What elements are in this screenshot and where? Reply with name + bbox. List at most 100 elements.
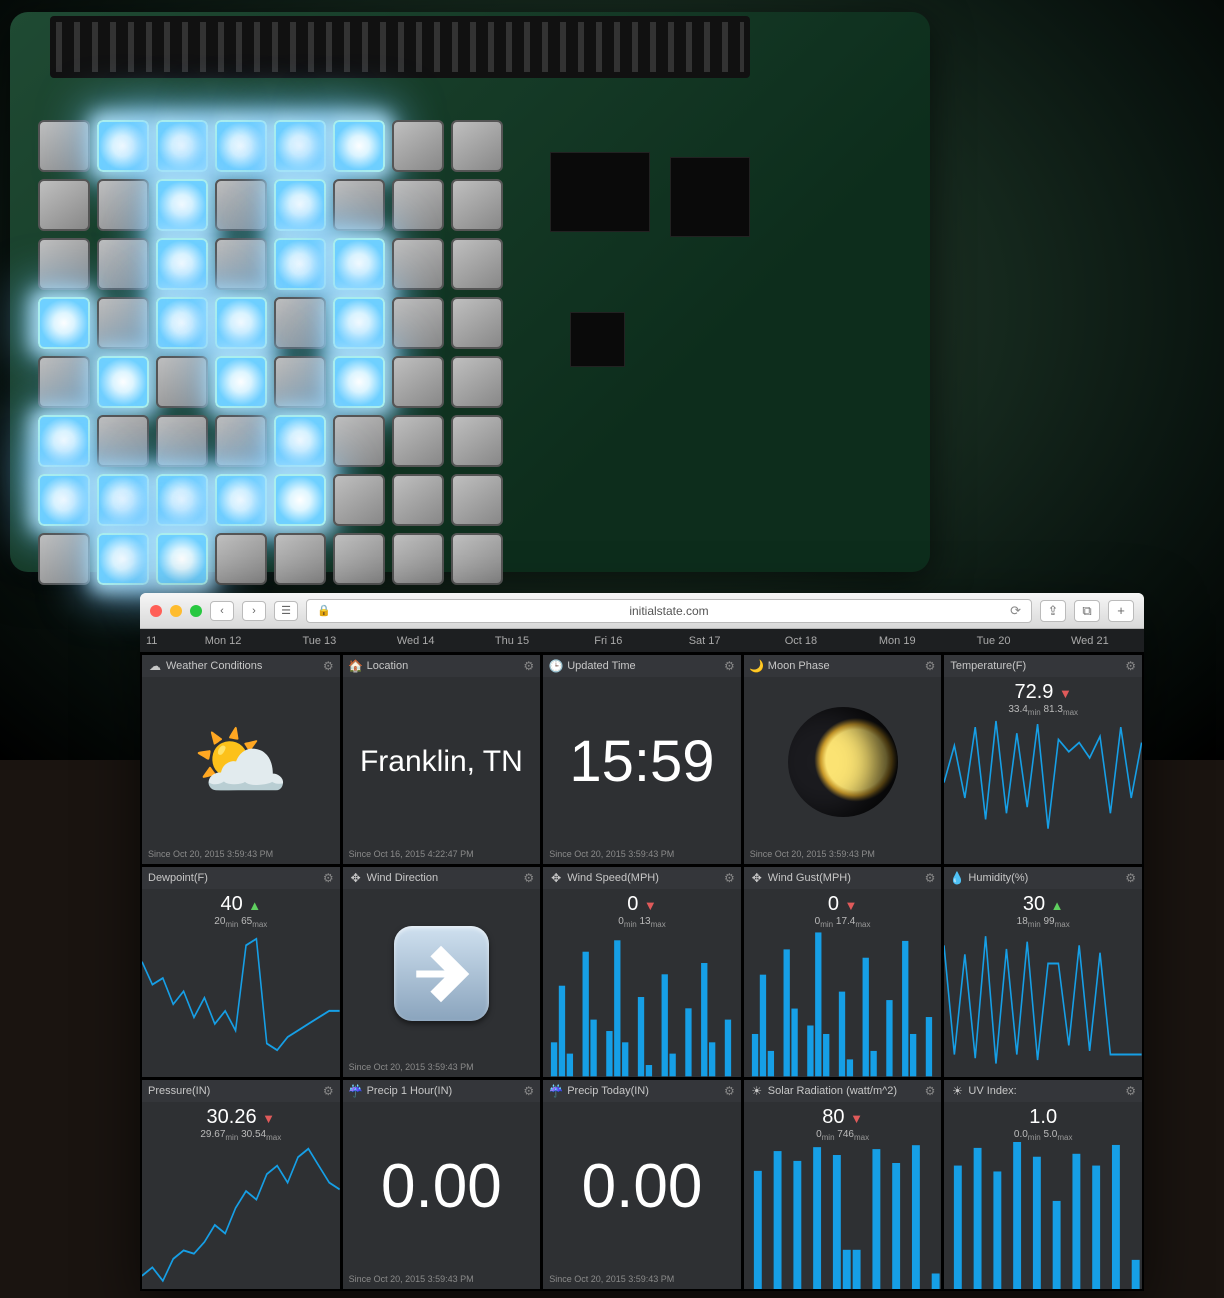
browser-toolbar: ‹ › ☰ 🔒 initialstate.com ⟳ ⇪ ⧉ + xyxy=(140,593,1144,629)
tile-footer: Since Oct 20, 2015 3:59:43 PM xyxy=(343,1059,541,1077)
tile-moon-phase[interactable]: 🌙 Moon Phase ⚙ Since Oct 20, 2015 3:59:4… xyxy=(744,655,942,864)
gear-icon[interactable]: ⚙ xyxy=(523,871,534,885)
tile-title: Humidity(%) xyxy=(968,872,1028,884)
led-cell xyxy=(97,238,149,290)
tile-title: Weather Conditions xyxy=(166,660,262,672)
gear-icon[interactable]: ⚙ xyxy=(323,871,334,885)
gear-icon[interactable]: ⚙ xyxy=(925,659,936,673)
location-value: Franklin, TN xyxy=(360,745,523,779)
led-cell xyxy=(38,533,90,585)
gear-icon[interactable]: ⚙ xyxy=(925,871,936,885)
sparkline-chart xyxy=(142,929,340,1076)
ic-chip xyxy=(550,152,650,232)
stat-value: 0 xyxy=(828,893,839,915)
minimize-button[interactable] xyxy=(170,605,182,617)
led-cell xyxy=(392,297,444,349)
gear-icon[interactable]: ⚙ xyxy=(1125,871,1136,885)
forward-button[interactable]: › xyxy=(242,601,266,621)
led-cell xyxy=(392,474,444,526)
led-cell xyxy=(38,356,90,408)
sun-icon: ☀ xyxy=(950,1084,964,1098)
tile-weather-conditions[interactable]: ☁ Weather Conditions ⚙ ⛅ Since Oct 20, 2… xyxy=(142,655,340,864)
led-cell xyxy=(97,533,149,585)
tile-wind-direction[interactable]: ✥ Wind Direction ⚙ Since Oct 20, 2015 3:… xyxy=(343,867,541,1076)
led-cell xyxy=(156,533,208,585)
trend-down-icon: ▼ xyxy=(262,1111,275,1126)
gear-icon[interactable]: ⚙ xyxy=(724,871,735,885)
led-cell xyxy=(333,179,385,231)
stat-value: 0 xyxy=(627,893,638,915)
tile-solar-radiation[interactable]: ☀ Solar Radiation (watt/m^2) ⚙ 80 ▼ 0min… xyxy=(744,1080,942,1289)
address-bar[interactable]: 🔒 initialstate.com ⟳ xyxy=(306,599,1032,623)
tile-pressure[interactable]: Pressure(IN) ⚙ 30.26 ▼ 29.67min 30.54max xyxy=(142,1080,340,1289)
tile-humidity[interactable]: 💧 Humidity(%) ⚙ 30 ▲ 18min 99max xyxy=(944,867,1142,1076)
sense-hat-board xyxy=(10,12,930,572)
tile-footer: Since Oct 20, 2015 3:59:43 PM xyxy=(142,846,340,864)
timeline-ruler[interactable]: 11Mon 12Tue 13Wed 14Thu 15Fri 16Sat 17Oc… xyxy=(140,629,1144,653)
gear-icon[interactable]: ⚙ xyxy=(323,659,334,673)
trend-down-icon: ▼ xyxy=(1059,686,1072,701)
gear-icon[interactable]: ⚙ xyxy=(523,659,534,673)
led-cell xyxy=(392,179,444,231)
gear-icon[interactable]: ⚙ xyxy=(925,1084,936,1098)
tile-footer: Since Oct 20, 2015 3:59:43 PM xyxy=(543,1271,741,1289)
share-button[interactable]: ⇪ xyxy=(1040,600,1066,622)
stat-value: 72.9 xyxy=(1015,681,1054,703)
close-button[interactable] xyxy=(150,605,162,617)
tile-footer: Since Oct 16, 2015 4:22:47 PM xyxy=(343,846,541,864)
led-cell xyxy=(97,356,149,408)
tile-updated-time[interactable]: 🕒 Updated Time ⚙ 15:59 Since Oct 20, 201… xyxy=(543,655,741,864)
trend-down-icon: ▼ xyxy=(845,898,858,913)
led-cell xyxy=(215,533,267,585)
back-button[interactable]: ‹ xyxy=(210,601,234,621)
window-controls xyxy=(150,605,202,617)
trend-down-icon: ▼ xyxy=(850,1111,863,1126)
gear-icon[interactable]: ⚙ xyxy=(323,1084,334,1098)
tile-precip-today[interactable]: ☔ Precip Today(IN) ⚙ 0.00 Since Oct 20, … xyxy=(543,1080,741,1289)
tile-dewpoint[interactable]: Dewpoint(F) ⚙ 40 ▲ 20min 65max xyxy=(142,867,340,1076)
safari-window: ‹ › ☰ 🔒 initialstate.com ⟳ ⇪ ⧉ + 11Mon 1… xyxy=(140,593,1144,1291)
led-cell xyxy=(392,415,444,467)
led-cell xyxy=(274,474,326,526)
tile-uv-index[interactable]: ☀ UV Index: ⚙ 1.0 0.0min 5.0max xyxy=(944,1080,1142,1289)
tabs-button[interactable]: ⧉ xyxy=(1074,600,1100,622)
sidebar-button[interactable]: ☰ xyxy=(274,601,298,621)
tile-location[interactable]: 🏠 Location ⚙ Franklin, TN Since Oct 16, … xyxy=(343,655,541,864)
led-cell xyxy=(97,120,149,172)
ic-chip xyxy=(670,157,750,237)
zoom-button[interactable] xyxy=(190,605,202,617)
wind-direction-arrow xyxy=(394,926,489,1021)
led-cell xyxy=(392,356,444,408)
gear-icon[interactable]: ⚙ xyxy=(724,1084,735,1098)
moon-graphic xyxy=(788,707,898,817)
gear-icon[interactable]: ⚙ xyxy=(523,1084,534,1098)
gear-icon[interactable]: ⚙ xyxy=(1125,659,1136,673)
led-cell xyxy=(97,179,149,231)
tile-precip-1h[interactable]: ☔ Precip 1 Hour(IN) ⚙ 0.00 Since Oct 20,… xyxy=(343,1080,541,1289)
tile-wind-speed[interactable]: ✥ Wind Speed(MPH) ⚙ 0 ▼ 0min 13max xyxy=(543,867,741,1076)
tile-grid: ☁ Weather Conditions ⚙ ⛅ Since Oct 20, 2… xyxy=(140,653,1144,1291)
led-cell xyxy=(156,120,208,172)
led-cell xyxy=(156,238,208,290)
trend-down-icon: ▼ xyxy=(644,898,657,913)
led-cell xyxy=(215,120,267,172)
led-cell xyxy=(392,238,444,290)
wind-icon: ✥ xyxy=(750,871,764,885)
reload-icon[interactable]: ⟳ xyxy=(1010,603,1021,619)
tile-temperature[interactable]: Temperature(F) ⚙ 72.9 ▼ 33.4min 81.3max xyxy=(944,655,1142,864)
tile-title: UV Index: xyxy=(968,1085,1016,1097)
sparkline-chart xyxy=(944,929,1142,1076)
led-cell xyxy=(215,356,267,408)
wind-icon: ✥ xyxy=(549,871,563,885)
led-cell xyxy=(274,179,326,231)
gear-icon[interactable]: ⚙ xyxy=(724,659,735,673)
precip-value: 0.00 xyxy=(381,1151,502,1222)
time-value: 15:59 xyxy=(569,728,714,795)
rain-icon: ☔ xyxy=(549,1084,563,1098)
led-cell xyxy=(97,474,149,526)
tile-wind-gust[interactable]: ✥ Wind Gust(MPH) ⚙ 0 ▼ 0min 17.4max xyxy=(744,867,942,1076)
led-cell xyxy=(274,533,326,585)
led-cell xyxy=(156,415,208,467)
new-tab-button[interactable]: + xyxy=(1108,600,1134,622)
gear-icon[interactable]: ⚙ xyxy=(1125,1084,1136,1098)
